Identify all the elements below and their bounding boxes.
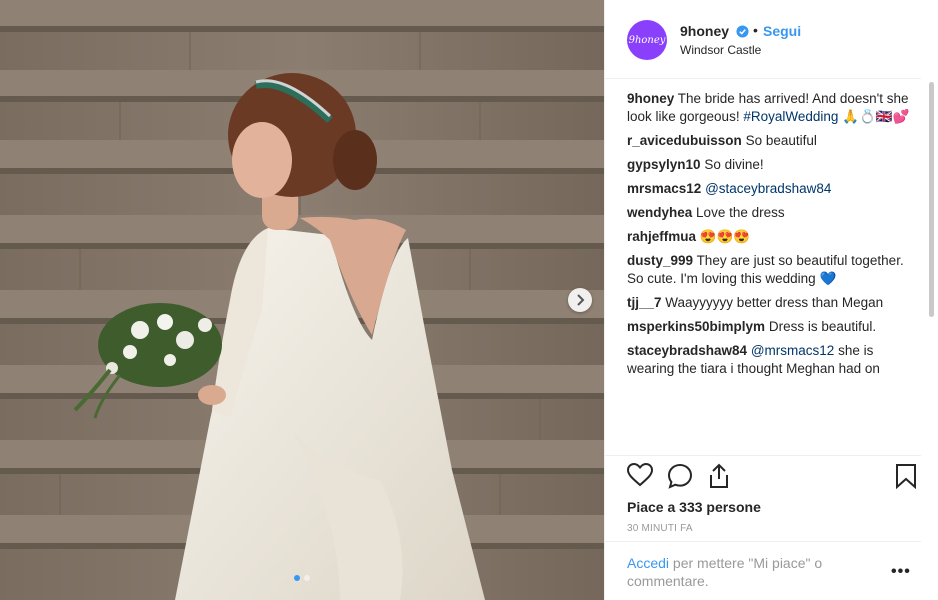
like-count[interactable]: Piace a 333 persone <box>627 499 761 515</box>
carousel-indicator <box>294 575 310 581</box>
heart-icon[interactable] <box>627 463 653 487</box>
post-header: 9honey 9honey • Segui Windsor Castle <box>605 0 938 78</box>
post-location[interactable]: Windsor Castle <box>680 43 761 57</box>
comment-username[interactable]: wendyhea <box>627 205 692 220</box>
post-photo[interactable] <box>0 0 604 600</box>
comments-list[interactable]: 9honey The bride has arrived! And doesn'… <box>627 90 921 455</box>
comment-username[interactable]: mrsmacs12 <box>627 181 701 196</box>
mention-link[interactable]: @mrsmacs12 <box>751 343 834 358</box>
list-item: wendyhea Love the dress <box>627 204 921 222</box>
verified-icon <box>736 25 749 38</box>
bride-photo-image <box>0 0 604 600</box>
next-image-button[interactable] <box>568 288 592 312</box>
login-link[interactable]: Accedi <box>627 555 669 571</box>
instagram-post-window: 9honey 9honey • Segui Windsor Castle 9ho… <box>0 0 938 600</box>
list-item: gypsylyn10 So divine! <box>627 156 921 174</box>
mention-link[interactable]: @staceybradshaw84 <box>705 181 831 196</box>
comment-text: Waayyyyyy better dress than Megan <box>665 295 884 310</box>
post-username[interactable]: 9honey <box>680 23 729 39</box>
comment-emoji: 💙 <box>819 271 837 286</box>
comment-username[interactable]: rahjeffmua <box>627 229 696 244</box>
bookmark-icon[interactable] <box>895 463 917 489</box>
list-item: r_avicedubuisson So beautiful <box>627 132 921 150</box>
comment-username[interactable]: r_avicedubuisson <box>627 133 742 148</box>
action-bar <box>627 463 921 493</box>
chevron-right-icon <box>577 294 585 306</box>
post-timestamp: 30 MINUTI FA <box>627 523 693 534</box>
divider <box>605 455 921 456</box>
follow-button[interactable]: Segui <box>763 23 801 39</box>
comment-text: Love the dress <box>696 205 785 220</box>
separator-dot: • <box>753 22 758 38</box>
comment-username[interactable]: tjj__7 <box>627 295 662 310</box>
comments-scrollbar[interactable] <box>929 82 934 317</box>
list-item: msperkins50bimplym Dress is beautiful. <box>627 318 921 336</box>
divider <box>605 541 921 542</box>
comment-username[interactable]: dusty_999 <box>627 253 693 268</box>
comment-emoji: 🙏💍🇬🇧💕 <box>842 109 910 124</box>
carousel-dot <box>304 575 310 581</box>
comment-text: So divine! <box>704 157 764 172</box>
divider <box>605 78 921 79</box>
comment-emoji: 😍😍😍 <box>699 229 751 244</box>
list-item: mrsmacs12 @staceybradshaw84 <box>627 180 921 198</box>
list-item: tjj__7 Waayyyyyy better dress than Megan <box>627 294 921 312</box>
comment-username[interactable]: staceybradshaw84 <box>627 343 747 358</box>
comment-text: So beautiful <box>745 133 817 148</box>
login-prompt: Accedi per mettere "Mi piace" o commenta… <box>627 554 857 590</box>
avatar-logo-text: 9honey <box>628 34 666 46</box>
comment-text: Dress is beautiful. <box>768 319 877 334</box>
hashtag-link[interactable]: #RoyalWedding <box>743 109 838 124</box>
avatar[interactable]: 9honey <box>627 20 667 60</box>
more-options-button[interactable]: ••• <box>891 563 911 581</box>
post-side-panel: 9honey 9honey • Segui Windsor Castle 9ho… <box>604 0 938 600</box>
comment-username[interactable]: 9honey <box>627 91 674 106</box>
share-icon[interactable] <box>707 463 731 489</box>
caption: 9honey The bride has arrived! And doesn'… <box>627 90 921 126</box>
comment-icon[interactable] <box>667 463 693 489</box>
list-item: rahjeffmua 😍😍😍 <box>627 228 921 246</box>
list-item: dusty_999 They are just so beautiful tog… <box>627 252 921 288</box>
comment-username[interactable]: gypsylyn10 <box>627 157 701 172</box>
list-item: staceybradshaw84 @mrsmacs12 she is weari… <box>627 342 921 378</box>
comment-username[interactable]: msperkins50bimplym <box>627 319 765 334</box>
carousel-dot-active <box>294 575 300 581</box>
